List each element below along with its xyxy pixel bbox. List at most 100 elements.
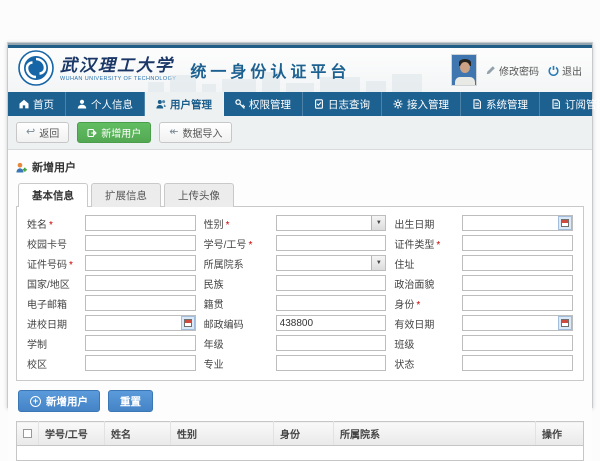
chevron-down-icon[interactable]: ▼ xyxy=(371,256,385,270)
birth_date-field[interactable] xyxy=(462,215,573,231)
import-arrow-icon: ↞ xyxy=(169,127,178,138)
campus-field[interactable] xyxy=(85,355,196,371)
nav-item-logs[interactable]: 日志查询 xyxy=(303,92,382,116)
field-wrap-student_id xyxy=(276,235,387,251)
tab-avatar[interactable]: 上传头像 xyxy=(164,183,234,207)
field-wrap-id_type xyxy=(462,235,573,251)
gender-field[interactable] xyxy=(276,215,387,231)
page-title: 统一身份认证平台 xyxy=(190,58,350,82)
back-button[interactable]: ↩ 返回 xyxy=(16,122,69,143)
table-header-4: 身份 xyxy=(274,422,334,446)
data-import-button[interactable]: ↞ 数据导入 xyxy=(159,122,232,143)
submit-add-user-label: 新增用户 xyxy=(46,394,88,409)
field-wrap-political xyxy=(462,275,573,291)
field-wrap-native_place xyxy=(276,295,387,311)
campus_card-field[interactable] xyxy=(85,235,196,251)
person-icon xyxy=(77,99,87,109)
grade-field[interactable] xyxy=(276,335,387,351)
field-label-country: 国家/地区 xyxy=(27,276,77,291)
gear-icon xyxy=(393,99,403,109)
logout-link[interactable]: 退出 xyxy=(548,63,582,78)
field-wrap-email xyxy=(85,295,196,311)
users-table: 学号/工号姓名性别身份所属院系操作 xyxy=(16,421,584,461)
field-label-department: 所属院系 xyxy=(204,256,268,271)
country-field[interactable] xyxy=(85,275,196,291)
table-header-6: 操作 xyxy=(536,422,584,446)
tab-basic[interactable]: 基本信息 xyxy=(18,183,88,207)
major-field[interactable] xyxy=(276,355,387,371)
field-wrap-grade xyxy=(276,335,387,351)
table-header-2: 姓名 xyxy=(105,422,171,446)
schooling-field[interactable] xyxy=(85,335,196,351)
select-all-checkbox[interactable] xyxy=(23,429,32,438)
required-asterisk: * xyxy=(69,260,73,271)
field-label-postal_code: 邮政编码 xyxy=(204,316,268,331)
required-asterisk: * xyxy=(416,300,420,311)
app-window: 武汉理工大学 WUHAN UNIVERSITY OF TECHNOLOGY 统一… xyxy=(7,42,593,408)
field-wrap-postal_code xyxy=(276,315,387,331)
field-wrap-status xyxy=(462,355,573,371)
tab-extended[interactable]: 扩展信息 xyxy=(91,183,161,207)
field-label-entry_date: 进校日期 xyxy=(27,316,77,331)
email-field[interactable] xyxy=(85,295,196,311)
section-title: 新增用户 xyxy=(32,159,76,175)
nav-item-label: 首页 xyxy=(33,97,54,112)
student_id-field[interactable] xyxy=(276,235,387,251)
field-wrap-class xyxy=(462,335,573,351)
nav-item-profile[interactable]: 个人信息 xyxy=(66,92,145,116)
nav-item-label: 接入管理 xyxy=(407,97,449,112)
required-asterisk: * xyxy=(226,220,230,231)
field-label-ethnicity: 民族 xyxy=(204,276,268,291)
calendar-icon[interactable] xyxy=(181,316,195,330)
field-label-name: 姓名* xyxy=(27,216,77,231)
calendar-icon[interactable] xyxy=(558,216,572,230)
tab-label: 上传头像 xyxy=(178,190,220,202)
id_number-field[interactable] xyxy=(85,255,196,271)
field-wrap-valid_date xyxy=(462,315,573,331)
change-password-link[interactable]: 修改密码 xyxy=(486,63,539,78)
avatar[interactable] xyxy=(451,54,477,86)
native_place-field[interactable] xyxy=(276,295,387,311)
ethnicity-field[interactable] xyxy=(276,275,387,291)
nav-item-access[interactable]: 接入管理 xyxy=(382,92,461,116)
field-label-gender: 性别* xyxy=(204,216,268,231)
calendar-icon[interactable] xyxy=(558,316,572,330)
nav-item-system[interactable]: 系统管理 xyxy=(461,92,540,116)
table-header-1: 学号/工号 xyxy=(39,422,105,446)
document-icon xyxy=(472,99,482,109)
reset-button-label: 重置 xyxy=(120,394,141,409)
field-label-email: 电子邮箱 xyxy=(27,296,77,311)
users-table-empty-row xyxy=(17,446,584,461)
class-field[interactable] xyxy=(462,335,573,351)
status-field[interactable] xyxy=(462,355,573,371)
nav-item-subscription[interactable]: 订阅管理 xyxy=(540,92,600,116)
field-wrap-campus xyxy=(85,355,196,371)
field-label-status: 状态 xyxy=(394,356,454,371)
name-field[interactable] xyxy=(85,215,196,231)
toolbar: ↩ 返回 新增用户 ↞ 数据导入 xyxy=(8,116,592,150)
header-actions: 修改密码 退出 xyxy=(451,54,582,86)
nav-item-label: 系统管理 xyxy=(486,97,528,112)
field-wrap-entry_date xyxy=(85,315,196,331)
postal_code-field[interactable] xyxy=(276,315,387,331)
submit-add-user-button[interactable]: + 新增用户 xyxy=(18,390,100,412)
entry_date-field[interactable] xyxy=(85,315,196,331)
required-asterisk: * xyxy=(248,240,252,251)
chevron-down-icon[interactable]: ▼ xyxy=(371,216,385,230)
department-field[interactable] xyxy=(276,255,387,271)
valid_date-field[interactable] xyxy=(462,315,573,331)
political-field[interactable] xyxy=(462,275,573,291)
reset-button[interactable]: 重置 xyxy=(108,390,153,412)
basic-info-panel: 姓名*性别*▼出生日期校园卡号学号/工号*证件类型*证件号码*所属院系▼住址国家… xyxy=(16,206,584,381)
field-label-schooling: 学制 xyxy=(27,336,77,351)
nav-item-permissions[interactable]: 权限管理 xyxy=(224,92,303,116)
id_type-field[interactable] xyxy=(462,235,573,251)
users-table-header-row: 学号/工号姓名性别身份所属院系操作 xyxy=(17,422,584,446)
add-user-toolbar-button[interactable]: 新增用户 xyxy=(77,122,151,143)
address-field[interactable] xyxy=(462,255,573,271)
key-icon xyxy=(235,99,245,109)
identity-field[interactable] xyxy=(462,295,573,311)
field-label-valid_date: 有效日期 xyxy=(394,316,454,331)
nav-item-home[interactable]: 首页 xyxy=(8,92,66,116)
nav-item-users[interactable]: 用户管理 xyxy=(145,92,224,116)
